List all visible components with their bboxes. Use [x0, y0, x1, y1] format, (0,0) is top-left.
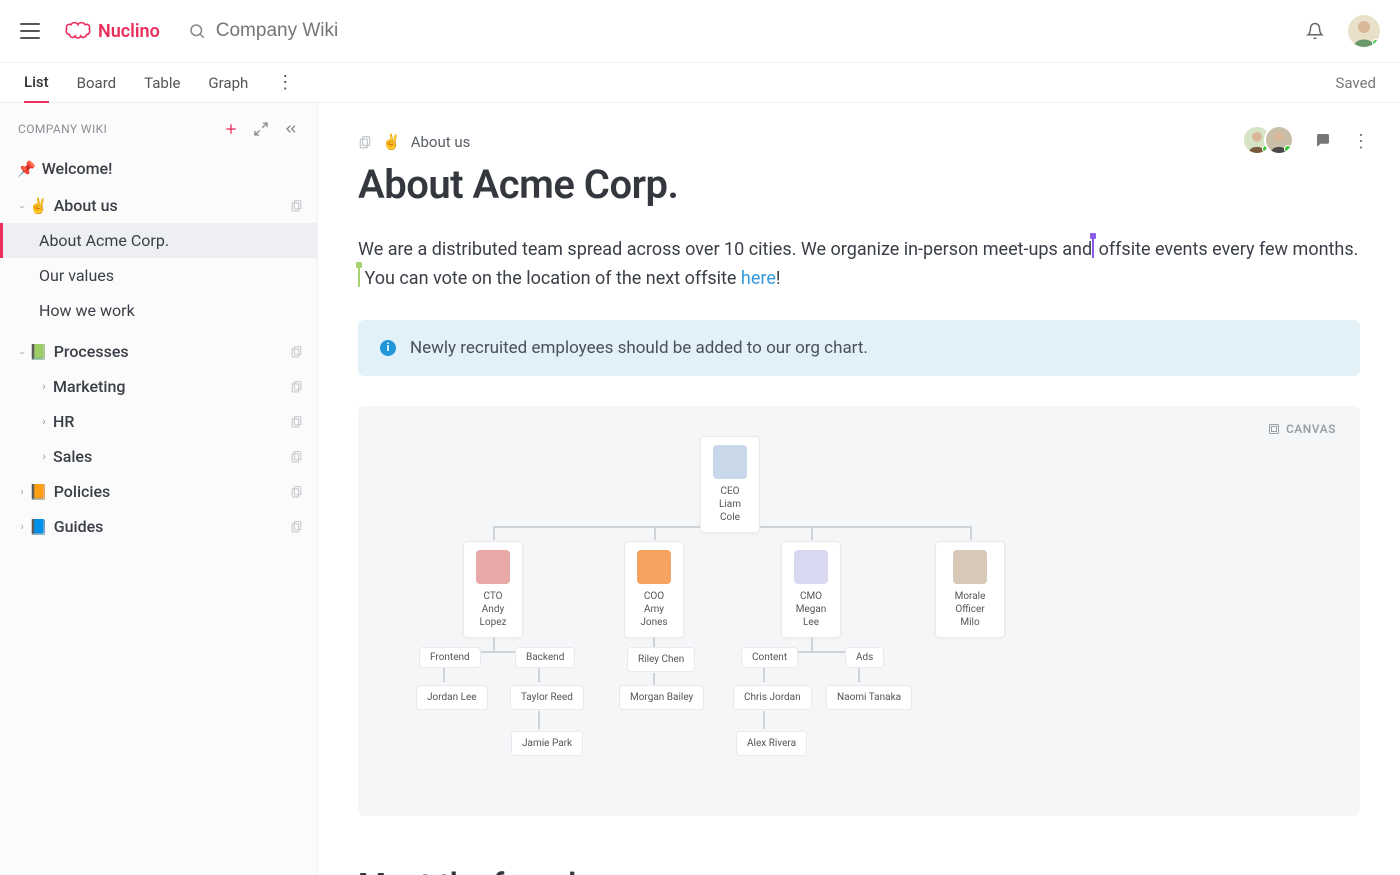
org-node-cmo[interactable]: CMO Megan Lee — [781, 541, 841, 638]
chevron-right-icon: › — [39, 450, 49, 463]
plus-icon[interactable] — [223, 121, 239, 137]
blue-book-icon: 📘 — [29, 518, 48, 536]
pin-icon: 📌 — [17, 160, 36, 178]
pages-icon — [358, 135, 372, 149]
org-person-naomi[interactable]: Naomi Tanaka — [826, 685, 912, 710]
user-avatar[interactable] — [1348, 15, 1380, 47]
collaborator-cursor-green — [358, 267, 360, 287]
chevron-down-icon: ⌄ — [17, 201, 27, 210]
sidebar-item-processes[interactable]: ⌄ 📗 Processes — [0, 334, 317, 369]
chevron-right-icon: › — [39, 380, 49, 393]
victory-hand-icon: ✌️ — [29, 197, 48, 215]
section-heading-founder[interactable]: Meet the founder — [358, 866, 1360, 875]
document-content: ⋮ ✌️ About us About Acme Corp. We are a … — [318, 103, 1400, 875]
sidebar: COMPANY WIKI 📌 Welcome! ⌄ ✌️ About us Ab… — [0, 103, 318, 875]
bell-icon[interactable] — [1306, 22, 1324, 40]
sidebar-item-sales[interactable]: › Sales — [0, 439, 317, 474]
search-icon[interactable] — [188, 22, 206, 40]
sidebar-item-guides[interactable]: › 📘 Guides — [0, 509, 317, 544]
pages-icon — [290, 199, 303, 212]
org-chart: CEO Liam Cole CTO Andy Lopez COO Amy Jon… — [383, 426, 1335, 786]
tab-more-icon[interactable]: ⋮ — [276, 74, 294, 92]
breadcrumb[interactable]: ✌️ About us — [358, 133, 1360, 151]
tab-board[interactable]: Board — [77, 64, 116, 102]
save-status: Saved — [1335, 74, 1376, 92]
intro-paragraph[interactable]: We are a distributed team spread across … — [358, 236, 1360, 294]
brain-icon — [64, 20, 92, 42]
canvas-embed[interactable]: CANVAS — [358, 406, 1360, 816]
sidebar-item-about-acme[interactable]: About Acme Corp. — [0, 223, 317, 258]
sidebar-item-our-values[interactable]: Our values — [0, 258, 317, 293]
sidebar-item-hr[interactable]: › HR — [0, 404, 317, 439]
page-title[interactable]: About Acme Corp. — [358, 161, 1360, 208]
chevron-right-icon: › — [17, 485, 27, 498]
org-person-jamie[interactable]: Jamie Park — [511, 731, 583, 756]
org-dept-frontend[interactable]: Frontend — [419, 647, 481, 668]
collaborator-avatars[interactable] — [1242, 125, 1294, 155]
expand-icon[interactable] — [253, 121, 269, 137]
info-icon: i — [380, 340, 396, 356]
search-input[interactable] — [216, 20, 456, 42]
info-callout: i Newly recruited employees should be ad… — [358, 320, 1360, 376]
tab-list[interactable]: List — [24, 63, 49, 103]
pages-icon — [290, 415, 303, 428]
chevron-right-icon: › — [17, 520, 27, 533]
sidebar-pinned-welcome[interactable]: 📌 Welcome! — [0, 149, 317, 188]
org-node-morale-officer[interactable]: Morale Officer Milo — [935, 541, 1005, 638]
tab-table[interactable]: Table — [144, 64, 180, 102]
pages-icon — [290, 450, 303, 463]
logo-text: Nuclino — [98, 21, 160, 42]
org-person-riley[interactable]: Riley Chen — [627, 647, 695, 672]
tab-graph[interactable]: Graph — [208, 64, 248, 102]
org-person-taylor[interactable]: Taylor Reed — [510, 685, 584, 710]
org-person-jordan[interactable]: Jordan Lee — [416, 685, 488, 710]
offsite-vote-link[interactable]: here — [741, 268, 776, 289]
org-dept-content[interactable]: Content — [741, 647, 798, 668]
info-text: Newly recruited employees should be adde… — [410, 338, 868, 358]
org-dept-backend[interactable]: Backend — [515, 647, 575, 668]
org-node-coo[interactable]: COO Amy Jones — [624, 541, 684, 638]
pages-icon — [290, 380, 303, 393]
breadcrumb-text: About us — [411, 133, 471, 151]
sidebar-item-policies[interactable]: › 📙 Policies — [0, 474, 317, 509]
pages-icon — [290, 520, 303, 533]
pages-icon — [290, 345, 303, 358]
orange-book-icon: 📙 — [29, 483, 48, 501]
sidebar-item-about-us[interactable]: ⌄ ✌️ About us — [0, 188, 317, 223]
sidebar-item-how-we-work[interactable]: How we work — [0, 293, 317, 328]
org-person-morgan[interactable]: Morgan Bailey — [619, 685, 704, 710]
green-book-icon: 📗 — [29, 343, 48, 361]
chevron-right-icon: › — [39, 415, 49, 428]
sidebar-title: COMPANY WIKI — [18, 122, 107, 136]
org-node-ceo[interactable]: CEO Liam Cole — [700, 436, 760, 533]
org-node-cto[interactable]: CTO Andy Lopez — [463, 541, 523, 638]
collapse-sidebar-icon[interactable] — [283, 121, 299, 137]
chevron-down-icon: ⌄ — [17, 347, 27, 356]
org-person-alex[interactable]: Alex Rivera — [736, 731, 807, 756]
comments-icon[interactable] — [1314, 131, 1332, 149]
menu-icon[interactable] — [20, 23, 40, 39]
more-options-icon[interactable]: ⋮ — [1352, 131, 1370, 149]
sidebar-item-marketing[interactable]: › Marketing — [0, 369, 317, 404]
victory-hand-icon: ✌️ — [382, 133, 401, 151]
collaborator-cursor-purple — [1092, 238, 1094, 258]
org-dept-ads[interactable]: Ads — [845, 647, 884, 668]
logo[interactable]: Nuclino — [64, 20, 160, 42]
pages-icon — [290, 485, 303, 498]
org-person-chris[interactable]: Chris Jordan — [733, 685, 812, 710]
